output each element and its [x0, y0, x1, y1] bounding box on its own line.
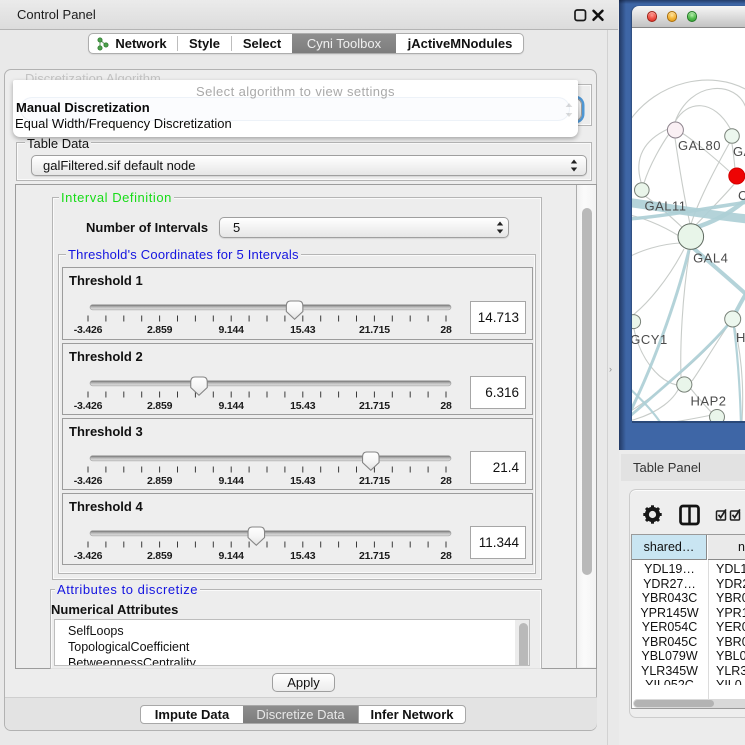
svg-text:Threshold 4: Threshold 4 — [69, 499, 143, 514]
svg-text:GAL4: GAL4 — [693, 251, 728, 266]
svg-text:21.715: 21.715 — [359, 400, 390, 412]
svg-text:9.144: 9.144 — [219, 400, 245, 412]
svg-text:GA: GA — [733, 144, 745, 159]
svg-text:21.715: 21.715 — [359, 324, 390, 336]
svg-text:Threshold 1: Threshold 1 — [69, 273, 143, 288]
svg-text:28: 28 — [440, 550, 452, 562]
svg-text:21.715: 21.715 — [359, 475, 390, 487]
svg-text:-3.426: -3.426 — [74, 550, 103, 562]
svg-text:HAP2: HAP2 — [691, 394, 727, 409]
svg-text:Threshold 3: Threshold 3 — [69, 424, 143, 439]
svg-text:28: 28 — [440, 400, 452, 412]
svg-text:9.144: 9.144 — [219, 475, 245, 487]
svg-text:2.859: 2.859 — [147, 400, 173, 412]
svg-text:GAL11: GAL11 — [644, 199, 686, 214]
svg-text:15.43: 15.43 — [290, 324, 316, 336]
svg-text:15.43: 15.43 — [290, 475, 316, 487]
svg-text:9.144: 9.144 — [219, 550, 245, 562]
svg-text:HA: HA — [736, 330, 745, 345]
svg-text:2.859: 2.859 — [147, 324, 173, 336]
svg-text:28: 28 — [440, 475, 452, 487]
svg-text:15.43: 15.43 — [290, 400, 316, 412]
svg-text:C: C — [738, 188, 745, 203]
svg-text:-3.426: -3.426 — [74, 400, 103, 412]
svg-text:-3.426: -3.426 — [74, 324, 103, 336]
svg-text:GCY1: GCY1 — [632, 332, 668, 347]
svg-text:GAL80: GAL80 — [678, 138, 721, 153]
svg-text:21.715: 21.715 — [359, 550, 390, 562]
svg-text:Threshold 2: Threshold 2 — [69, 349, 143, 364]
svg-text:-3.426: -3.426 — [74, 475, 103, 487]
svg-text:9.144: 9.144 — [219, 324, 245, 336]
svg-text:2.859: 2.859 — [147, 550, 173, 562]
svg-text:2.859: 2.859 — [147, 475, 173, 487]
svg-text:15.43: 15.43 — [290, 550, 316, 562]
svg-text:28: 28 — [440, 324, 452, 336]
